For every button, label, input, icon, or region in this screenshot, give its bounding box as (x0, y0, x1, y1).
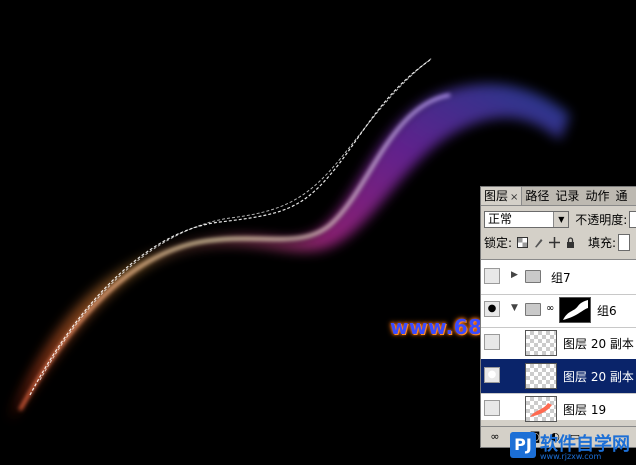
opacity-field[interactable] (629, 210, 636, 228)
layer-thumbnail (525, 396, 557, 422)
lock-label: 锁定: (484, 235, 513, 250)
collapse-triangle-icon[interactable]: ▼ (511, 303, 518, 313)
layer-row-layer19[interactable]: 图层 19 (481, 392, 636, 427)
visibility-toggle[interactable] (484, 334, 500, 350)
folder-icon (525, 270, 541, 283)
folder-icon (525, 303, 541, 316)
blend-mode-value: 正常 (488, 211, 513, 226)
lock-move-icon[interactable] (549, 236, 561, 248)
panel-tabs: 图层 × 路径 记录 动作 通 (481, 187, 636, 206)
layer-row-group6[interactable]: ● ▼ ∞ 组6 (481, 293, 636, 328)
opacity-label: 不透明度: (575, 212, 628, 227)
layer-name: 图层 20 副本 3 (563, 370, 636, 384)
blend-mode-select[interactable]: 正常 ▼ (484, 210, 570, 228)
blend-row: 正常 ▼ 不透明度: (484, 209, 636, 229)
lock-row: 锁定: 填充: (484, 233, 636, 251)
tab-layers-label: 图层 (484, 189, 509, 203)
tab-history[interactable]: 记录 (552, 187, 582, 205)
visibility-toggle[interactable] (484, 400, 500, 416)
link-icon[interactable]: ∞ (489, 431, 501, 443)
site-logo: PJ 软件自学网 www.rjzxw.com (510, 430, 636, 465)
lock-transparency-icon[interactable] (517, 236, 529, 248)
layers-panel: 图层 × 路径 记录 动作 通 正常 ▼ 不透明度: 锁定: 填充: ▶ 组7 ● (480, 186, 636, 448)
layers-list: ▶ 组7 ● ▼ ∞ 组6 图层 20 副本 4 ● 图层 20 副本 3 图层… (481, 259, 636, 427)
chain-link-icon[interactable]: ∞ (546, 303, 554, 314)
expand-triangle-icon[interactable]: ▶ (511, 270, 518, 280)
layer-row-copy4[interactable]: 图层 20 副本 4 (481, 326, 636, 361)
layer-row-copy3[interactable]: ● 图层 20 副本 3 (481, 359, 636, 394)
tab-close-icon[interactable]: × (510, 192, 518, 203)
lock-all-icon[interactable] (565, 236, 576, 248)
tab-actions[interactable]: 动作 (582, 187, 612, 205)
logo-mark: PJ (510, 432, 536, 458)
lock-brush-icon[interactable] (533, 237, 544, 248)
tab-channels[interactable]: 通 (612, 187, 630, 205)
mask-thumbnail[interactable] (559, 297, 591, 323)
layer-row-group7[interactable]: ▶ 组7 (481, 260, 636, 295)
tab-layers[interactable]: 图层 × (481, 187, 523, 205)
tab-paths[interactable]: 路径 (522, 187, 552, 205)
logo-url: www.rjzxw.com (540, 452, 602, 461)
visibility-toggle[interactable] (484, 268, 500, 284)
layer-thumbnail (525, 363, 557, 389)
eye-icon[interactable]: ● (484, 301, 500, 317)
layer-name: 图层 20 副本 4 (563, 337, 636, 351)
chevron-down-icon[interactable]: ▼ (553, 211, 569, 227)
layer-thumbnail (525, 330, 557, 356)
layer-name: 图层 19 (563, 403, 607, 417)
eye-icon[interactable]: ● (484, 367, 500, 383)
layer-name: 组7 (551, 271, 571, 285)
fill-field[interactable] (618, 233, 631, 251)
fill-label: 填充: (588, 235, 617, 250)
layer-name: 组6 (597, 304, 617, 318)
